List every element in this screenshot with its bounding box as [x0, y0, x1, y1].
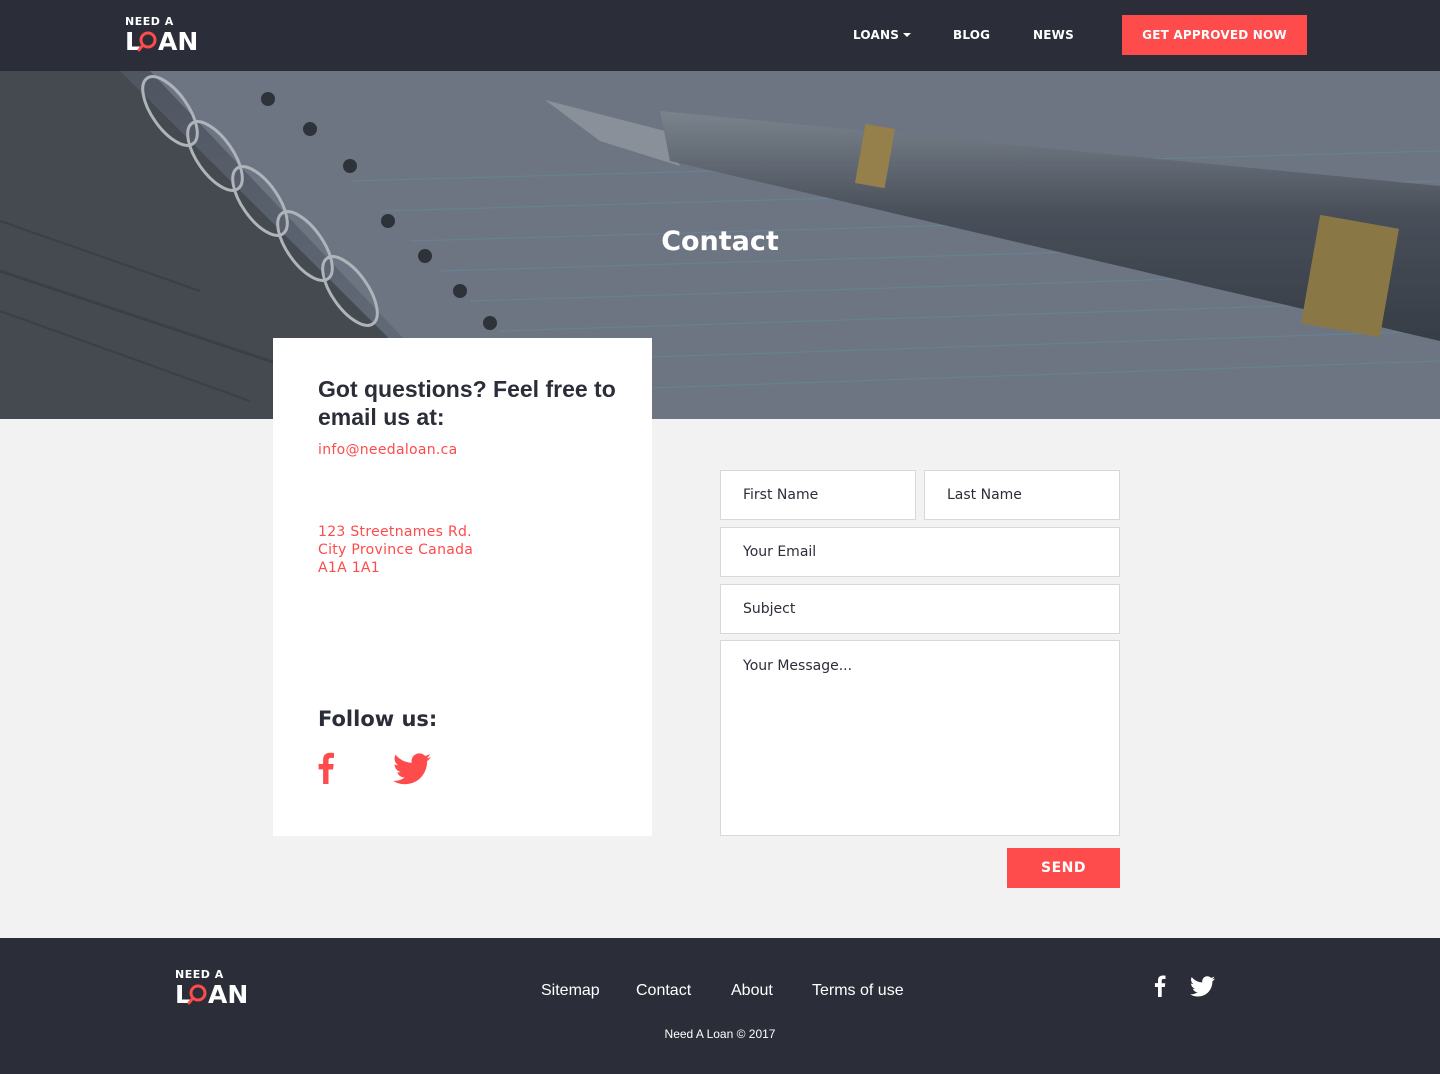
address-line-2: City Province Canada: [318, 542, 474, 558]
logo[interactable]: NEED A L AN: [125, 15, 205, 55]
nav-blog[interactable]: BLOG: [953, 28, 990, 42]
svg-text:AN: AN: [158, 27, 198, 55]
last-name-field[interactable]: [924, 470, 1120, 520]
contact-info-card: Got questions? Feel free to email us at:…: [273, 338, 652, 836]
message-field[interactable]: [720, 640, 1120, 836]
logo-wordmark: L AN: [125, 27, 198, 55]
email-field[interactable]: [720, 527, 1120, 577]
footer-link-about[interactable]: About: [731, 982, 773, 1000]
nav-news[interactable]: NEWS: [1033, 28, 1074, 42]
first-name-field[interactable]: [720, 470, 916, 520]
caret-down-icon: [903, 32, 912, 37]
copyright: Need A Loan © 2017: [664, 1027, 776, 1041]
footer-link-terms[interactable]: Terms of use: [812, 982, 904, 1000]
footer-facebook-icon[interactable]: [1154, 975, 1166, 1002]
footer-logo[interactable]: NEED A L AN: [175, 968, 255, 1008]
send-button[interactable]: SEND: [1007, 848, 1120, 888]
get-approved-button[interactable]: GET APPROVED NOW: [1122, 15, 1307, 55]
facebook-icon[interactable]: [318, 752, 334, 789]
hero-banner: Contact: [0, 71, 1440, 419]
nav-loans[interactable]: LOANS: [853, 28, 912, 42]
address-line-1: 123 Streetnames Rd.: [318, 524, 472, 540]
contact-address: 123 Streetnames Rd. City Province Canada…: [318, 523, 473, 577]
nav-loans-label: LOANS: [853, 28, 900, 42]
contact-heading: Got questions? Feel free to email us at:: [318, 376, 616, 430]
footer-link-contact[interactable]: Contact: [636, 982, 691, 1000]
site-footer: NEED A L AN Sitemap Contact About Terms …: [0, 938, 1440, 1074]
twitter-icon[interactable]: [393, 753, 431, 790]
address-line-3: A1A 1A1: [318, 560, 381, 576]
follow-us-label: Follow us:: [318, 707, 438, 731]
site-header: NEED A L AN LOANS BLOG NEWS GET APPROVED…: [0, 0, 1440, 71]
subject-field[interactable]: [720, 584, 1120, 634]
contact-email-link[interactable]: info@needaloan.ca: [318, 442, 458, 458]
footer-twitter-icon[interactable]: [1190, 976, 1215, 1002]
footer-logo-wordmark: L AN: [175, 980, 248, 1008]
svg-text:AN: AN: [208, 980, 248, 1008]
page-title: Contact: [661, 226, 779, 257]
footer-link-sitemap[interactable]: Sitemap: [541, 982, 600, 1000]
